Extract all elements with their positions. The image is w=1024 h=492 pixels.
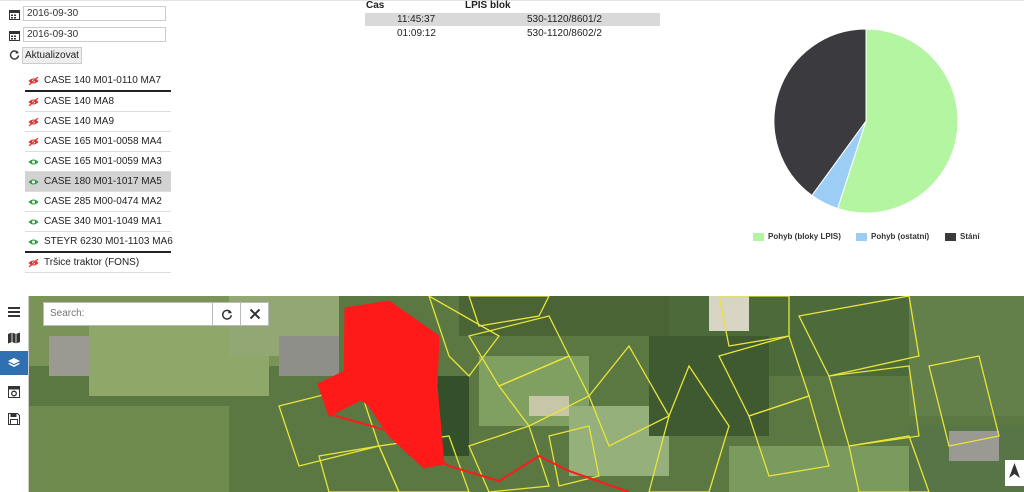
date-from-row bbox=[9, 6, 169, 22]
vehicle-label: CASE 165 M01-0059 MA3 bbox=[44, 156, 162, 167]
vehicle-item[interactable]: CASE 180 M01-1017 MA5 bbox=[25, 172, 171, 192]
vehicle-item[interactable]: CASE 140 MA8 bbox=[25, 92, 171, 112]
refresh-icon bbox=[9, 50, 20, 60]
search-refresh-button[interactable] bbox=[212, 303, 240, 325]
north-arrow-icon bbox=[1009, 463, 1020, 478]
eye-icon[interactable] bbox=[28, 218, 39, 226]
eye-icon[interactable] bbox=[28, 178, 39, 186]
search-clear-button[interactable] bbox=[240, 303, 268, 325]
legend-label: Pohyb (ostatní) bbox=[871, 232, 930, 241]
vehicle-label: CASE 285 M00-0474 MA2 bbox=[44, 196, 162, 207]
snapshot-button[interactable] bbox=[0, 380, 28, 404]
vehicle-label: CASE 140 MA8 bbox=[44, 96, 115, 107]
eye-slash-icon[interactable] bbox=[28, 98, 39, 106]
calendar-icon bbox=[9, 10, 20, 20]
vehicle-label: CASE 340 M01-1049 MA1 bbox=[44, 216, 162, 227]
camera-icon bbox=[8, 386, 20, 398]
eye-icon[interactable] bbox=[28, 158, 39, 166]
refresh-button[interactable]: Aktualizovat bbox=[22, 47, 82, 64]
layers-icon bbox=[8, 358, 20, 367]
vehicle-label: CASE 165 M01-0058 MA4 bbox=[44, 136, 162, 147]
lpis-cell: 530-1120/8602/2 bbox=[527, 28, 602, 39]
eye-slash-icon[interactable] bbox=[28, 259, 39, 267]
vehicle-label: CASE 140 MA9 bbox=[44, 116, 115, 127]
eye-slash-icon[interactable] bbox=[28, 118, 39, 126]
save-button[interactable] bbox=[0, 407, 28, 431]
menu-button[interactable] bbox=[0, 300, 28, 324]
top-divider bbox=[0, 0, 1024, 1]
vehicle-item[interactable]: CASE 140 M01-0110 MA7 bbox=[25, 71, 171, 92]
vehicle-item[interactable]: CASE 165 M01-0058 MA4 bbox=[25, 132, 171, 152]
map-toolbar bbox=[0, 296, 29, 492]
table-row[interactable]: 11:45:37 530-1120/8601/2 bbox=[365, 13, 660, 26]
map-button[interactable] bbox=[0, 326, 28, 350]
vehicle-item[interactable]: CASE 285 M00-0474 MA2 bbox=[25, 192, 171, 212]
refresh-icon bbox=[221, 309, 233, 320]
date-to-row bbox=[9, 27, 169, 43]
north-arrow bbox=[1005, 460, 1024, 486]
vehicle-item[interactable]: Tršice traktor (FONS) bbox=[25, 253, 171, 273]
vehicle-item[interactable]: CASE 340 M01-1049 MA1 bbox=[25, 212, 171, 232]
map-icon bbox=[8, 332, 20, 344]
legend-label: Pohyb (bloky LPIS) bbox=[768, 232, 841, 241]
menu-icon bbox=[8, 307, 20, 317]
eye-icon[interactable] bbox=[28, 198, 39, 206]
layers-button[interactable] bbox=[0, 351, 28, 375]
map-search bbox=[43, 302, 269, 326]
legend-label: Stání bbox=[960, 232, 980, 241]
vehicle-item[interactable]: STEYR 6230 M01-1103 MA6 bbox=[25, 232, 173, 253]
search-input[interactable] bbox=[44, 303, 216, 323]
vehicle-label: CASE 180 M01-1017 MA5 bbox=[44, 176, 162, 187]
legend-swatch bbox=[856, 233, 867, 241]
column-header-lpis: LPIS blok bbox=[465, 0, 511, 11]
vehicle-label: CASE 140 M01-0110 MA7 bbox=[44, 75, 162, 86]
lpis-cell: 530-1120/8601/2 bbox=[527, 14, 602, 25]
date-from-input[interactable] bbox=[23, 6, 166, 21]
close-icon bbox=[249, 308, 261, 320]
calendar-icon bbox=[9, 31, 20, 41]
legend-swatch bbox=[945, 233, 956, 241]
vehicle-item[interactable]: CASE 140 MA9 bbox=[25, 112, 171, 132]
eye-icon[interactable] bbox=[28, 238, 39, 246]
time-cell: 01:09:12 bbox=[397, 28, 436, 39]
save-icon bbox=[8, 413, 20, 425]
vehicle-label: Tršice traktor (FONS) bbox=[44, 257, 140, 268]
vehicle-list: CASE 140 M01-0110 MA7 CASE 140 MA8 CASE 14… bbox=[25, 71, 173, 273]
eye-slash-icon[interactable] bbox=[28, 77, 39, 85]
vehicle-label: STEYR 6230 M01-1103 MA6 bbox=[44, 236, 173, 247]
legend-swatch bbox=[753, 233, 764, 241]
table-row[interactable]: 01:09:12 530-1120/8602/2 bbox=[365, 27, 660, 40]
vehicle-item[interactable]: CASE 165 M01-0059 MA3 bbox=[25, 152, 171, 172]
date-to-input[interactable] bbox=[23, 27, 166, 42]
column-header-time: Cas bbox=[366, 0, 385, 11]
time-cell: 11:45:37 bbox=[397, 14, 436, 25]
eye-slash-icon[interactable] bbox=[28, 138, 39, 146]
pie-chart bbox=[773, 28, 959, 214]
